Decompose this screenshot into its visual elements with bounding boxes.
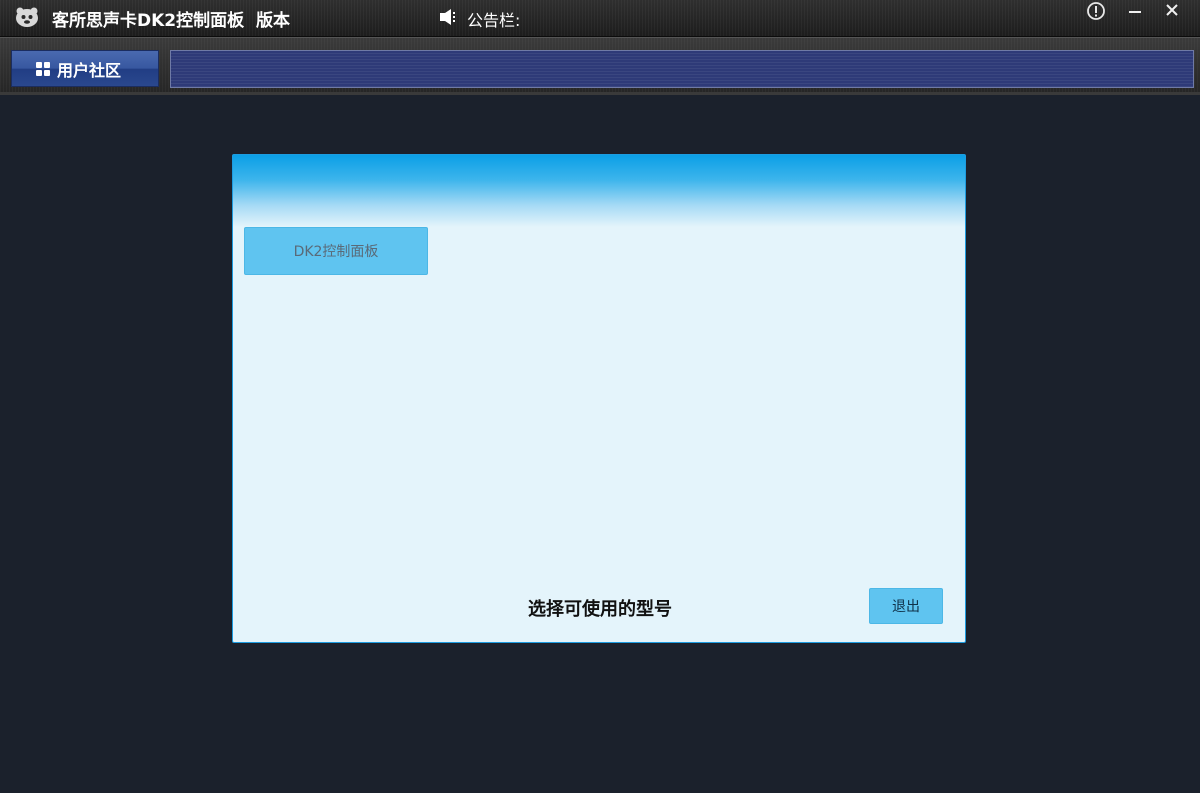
grid-icon <box>36 61 50 76</box>
close-icon[interactable] <box>1162 1 1182 21</box>
user-community-button[interactable]: 用户社区 <box>11 50 159 87</box>
notice-label: 公告栏: <box>467 11 521 30</box>
user-community-label: 用户社区 <box>57 60 122 80</box>
model-select-dialog: DK2控制面板 选择可使用的型号 退出 <box>232 154 966 643</box>
dk2-control-panel-button[interactable]: DK2控制面板 <box>244 227 428 275</box>
app-logo-icon <box>16 7 38 27</box>
info-icon[interactable] <box>1086 1 1106 21</box>
dialog-header <box>233 155 965 227</box>
speaker-icon <box>440 9 455 25</box>
exit-button[interactable]: 退出 <box>869 588 943 624</box>
announcement-marquee <box>170 50 1194 88</box>
title-bar: 客所思声卡DK2控制面板 版本 公告栏: <box>0 0 1200 37</box>
toolbar: 用户社区 <box>0 37 1200 95</box>
minimize-icon[interactable] <box>1125 1 1145 21</box>
dialog-caption: 选择可使用的型号 <box>528 599 672 620</box>
app-title: 客所思声卡DK2控制面板 版本 <box>52 11 290 31</box>
